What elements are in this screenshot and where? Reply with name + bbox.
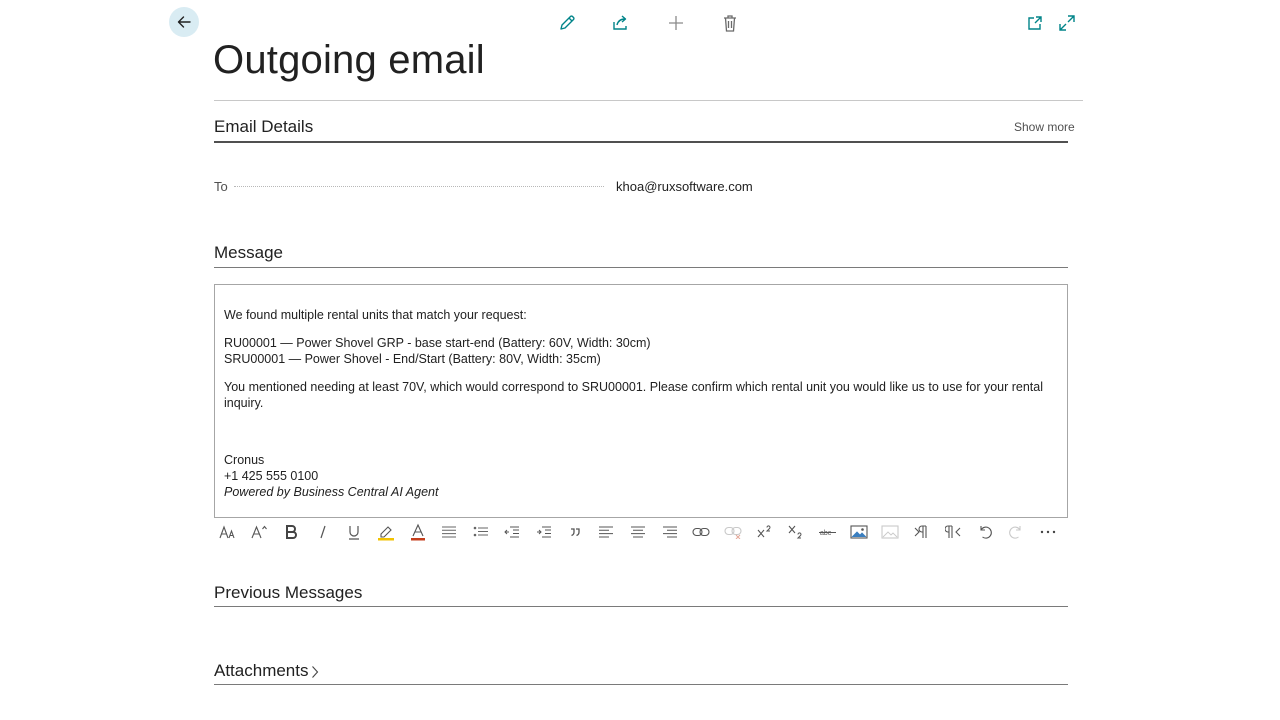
message-header[interactable]: Message <box>214 243 283 263</box>
unlink-icon <box>724 525 742 539</box>
strikethrough-button[interactable]: abc <box>816 520 840 544</box>
back-button[interactable] <box>169 7 199 37</box>
align-right-button[interactable] <box>658 520 682 544</box>
italic-icon <box>316 524 330 540</box>
signature-powered: Powered by Business Central AI Agent <box>224 485 439 499</box>
underline-button[interactable] <box>342 520 366 544</box>
open-in-new-window-icon <box>1026 14 1044 32</box>
undo-button[interactable] <box>973 520 997 544</box>
title-divider <box>214 100 1083 101</box>
attachments-label: Attachments <box>214 661 309 680</box>
insert-image-button[interactable] <box>847 520 871 544</box>
superscript-button[interactable] <box>753 520 777 544</box>
chevron-right-icon <box>311 665 319 679</box>
strikethrough-icon: abc <box>819 527 837 537</box>
signature-name: Cronus <box>224 453 265 467</box>
ltr-icon <box>914 524 930 540</box>
undo-icon <box>977 524 993 540</box>
rtl-button[interactable] <box>941 520 965 544</box>
previous-messages-divider <box>214 606 1068 607</box>
attachments-divider <box>214 684 1068 685</box>
message-editor[interactable]: We found multiple rental units that matc… <box>214 284 1068 518</box>
font-color-icon <box>410 523 426 541</box>
decrease-indent-button[interactable] <box>500 520 524 544</box>
numbering-icon <box>473 525 489 539</box>
message-intro: We found multiple rental units that matc… <box>224 308 527 322</box>
highlight-button[interactable] <box>374 520 398 544</box>
align-left-icon <box>598 525 614 539</box>
font-icon <box>219 524 237 540</box>
email-details-divider <box>214 141 1068 143</box>
message-unit-1: RU00001 — Power Shovel GRP - base start-… <box>224 336 651 350</box>
highlight-icon <box>377 523 395 541</box>
more-options-button[interactable] <box>1036 520 1060 544</box>
attachments-header[interactable]: Attachments <box>214 661 319 681</box>
message-body: You mentioned needing at least 70V, whic… <box>224 380 1044 410</box>
increase-indent-icon <box>536 525 552 539</box>
ltr-button[interactable] <box>910 520 934 544</box>
to-label: To <box>214 179 228 194</box>
link-icon <box>692 526 710 538</box>
field-leader-dots <box>234 186 604 187</box>
redo-button[interactable] <box>1004 520 1028 544</box>
font-color-button[interactable] <box>406 520 430 544</box>
font-size-icon <box>250 524 268 540</box>
align-center-button[interactable] <box>626 520 650 544</box>
edit-button[interactable] <box>555 11 579 35</box>
previous-messages-header[interactable]: Previous Messages <box>214 583 362 603</box>
font-button[interactable] <box>216 520 240 544</box>
font-size-button[interactable] <box>247 520 271 544</box>
subscript-button[interactable] <box>784 520 808 544</box>
increase-indent-button[interactable] <box>532 520 556 544</box>
to-field[interactable]: khoa@ruxsoftware.com <box>616 179 753 194</box>
delete-icon <box>722 14 738 32</box>
insert-image-icon <box>850 525 868 539</box>
editor-toolbar: abc <box>214 520 1068 544</box>
share-icon <box>611 14 629 32</box>
align-left-button[interactable] <box>594 520 618 544</box>
svg-text:abc: abc <box>820 530 832 537</box>
message-unit-2: SRU00001 — Power Shovel - End/Start (Bat… <box>224 352 601 366</box>
expand-button[interactable] <box>1055 11 1079 35</box>
arrow-left-icon <box>176 14 192 30</box>
align-right-icon <box>662 525 678 539</box>
italic-button[interactable] <box>311 520 335 544</box>
more-icon <box>1040 530 1056 534</box>
edit-icon <box>558 14 576 32</box>
redo-icon <box>1008 524 1024 540</box>
message-divider <box>214 267 1068 268</box>
show-more-link[interactable]: Show more <box>1014 120 1075 134</box>
email-details-header[interactable]: Email Details <box>214 117 313 137</box>
remove-image-icon <box>881 525 899 539</box>
bullets-button[interactable] <box>437 520 461 544</box>
bullets-icon <box>441 525 457 539</box>
page-title: Outgoing email <box>213 38 485 82</box>
signature-phone: +1 425 555 0100 <box>224 469 319 483</box>
superscript-icon <box>757 525 773 539</box>
delete-button[interactable] <box>718 11 742 35</box>
remove-image-button[interactable] <box>878 520 902 544</box>
rtl-icon <box>945 524 961 540</box>
bold-button[interactable] <box>279 520 303 544</box>
bold-icon <box>284 524 298 540</box>
share-button[interactable] <box>608 11 632 35</box>
quote-button[interactable] <box>563 520 587 544</box>
expand-icon <box>1058 14 1076 32</box>
underline-icon <box>347 524 361 540</box>
subscript-icon <box>788 524 804 540</box>
add-icon <box>667 14 685 32</box>
link-button[interactable] <box>689 520 713 544</box>
new-button[interactable] <box>664 11 688 35</box>
decrease-indent-icon <box>504 525 520 539</box>
unlink-button[interactable] <box>721 520 745 544</box>
open-new-window-button[interactable] <box>1023 11 1047 35</box>
align-center-icon <box>630 525 646 539</box>
numbering-button[interactable] <box>469 520 493 544</box>
quote-icon <box>569 526 581 538</box>
